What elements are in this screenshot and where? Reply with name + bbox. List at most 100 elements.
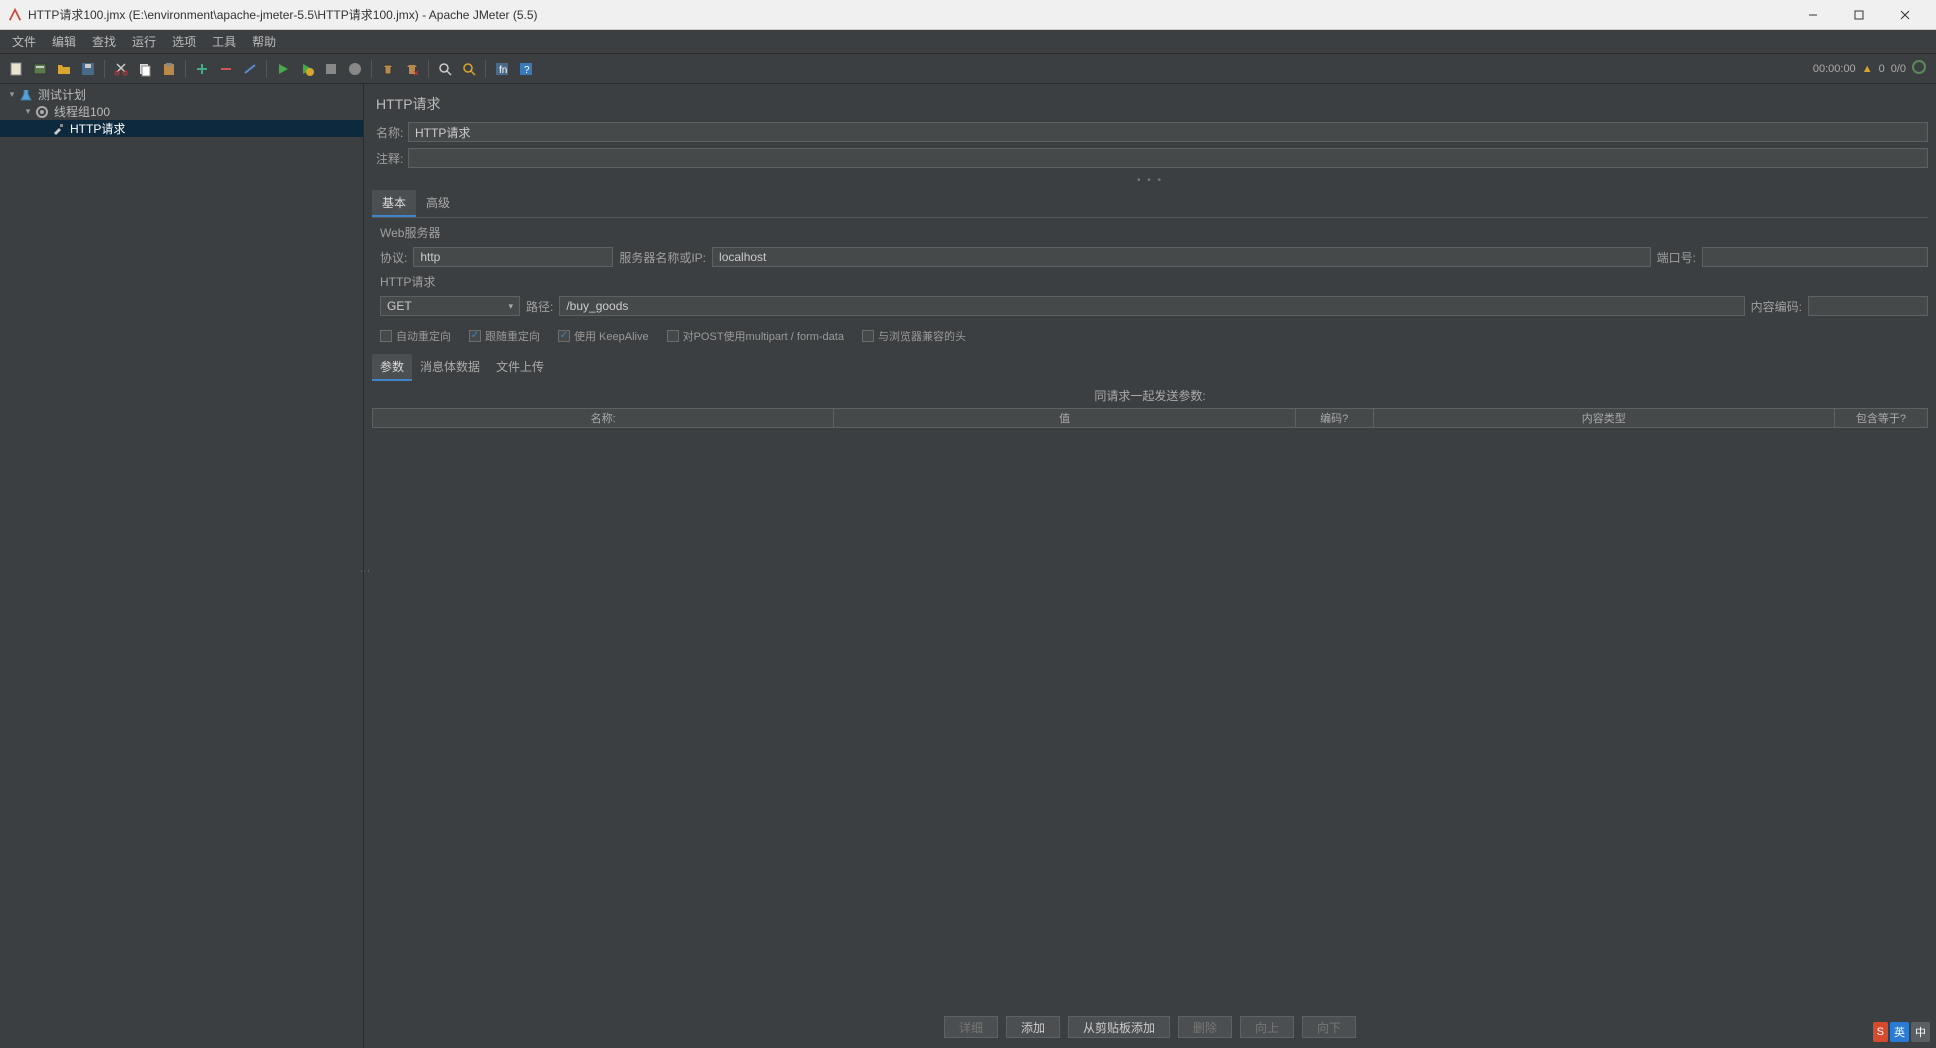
section-web-server: Web服务器	[380, 224, 1928, 241]
start-no-timers-icon[interactable]	[296, 58, 318, 80]
collapse-icon[interactable]	[215, 58, 237, 80]
toggle-icon[interactable]	[239, 58, 261, 80]
encoding-input[interactable]	[1808, 296, 1928, 316]
menu-edit[interactable]: 编辑	[44, 30, 84, 53]
expand-icon[interactable]	[191, 58, 213, 80]
tree-label: 测试计划	[38, 86, 86, 103]
port-input[interactable]	[1702, 247, 1928, 267]
templates-icon[interactable]	[29, 58, 51, 80]
ime-cn-icon[interactable]: 中	[1911, 1022, 1930, 1042]
comment-input[interactable]	[408, 148, 1928, 168]
col-content-type[interactable]: 内容类型	[1374, 409, 1835, 427]
gauge-icon[interactable]	[1912, 60, 1926, 77]
chk-label: 跟随重定向	[485, 328, 540, 344]
close-button[interactable]	[1882, 1, 1928, 29]
tree-thread-group[interactable]: ▾ 线程组100	[0, 103, 363, 120]
thread-counts: 0/0	[1891, 63, 1906, 75]
active-threads: 0	[1879, 63, 1885, 75]
from-clipboard-button[interactable]: 从剪贴板添加	[1068, 1016, 1170, 1038]
tree-test-plan[interactable]: ▾ 测试计划	[0, 86, 363, 103]
clear-all-icon[interactable]	[401, 58, 423, 80]
start-icon[interactable]	[272, 58, 294, 80]
params-heading: 同请求一起发送参数:	[372, 383, 1928, 408]
col-value[interactable]: 值	[834, 409, 1295, 427]
new-icon[interactable]	[5, 58, 27, 80]
vertical-grip[interactable]: ⋮	[364, 566, 370, 582]
function-helper-icon[interactable]: fn	[491, 58, 513, 80]
warning-icon[interactable]: ▲	[1862, 63, 1873, 75]
col-encode[interactable]: 编码?	[1296, 409, 1374, 427]
copy-icon[interactable]	[134, 58, 156, 80]
menu-options[interactable]: 选项	[164, 30, 204, 53]
ime-s-icon[interactable]: S	[1873, 1022, 1888, 1042]
help-icon[interactable]: ?	[515, 58, 537, 80]
checkbox-keepalive[interactable]	[558, 330, 570, 342]
protocol-input[interactable]	[413, 247, 613, 267]
bottom-button-bar: 详细 添加 从剪贴板添加 删除 向上 向下	[372, 1008, 1928, 1048]
chk-label: 对POST使用multipart / form-data	[683, 328, 844, 344]
horizontal-grip[interactable]: • • •	[372, 176, 1928, 184]
checkbox-browser-headers[interactable]	[862, 330, 874, 342]
add-button[interactable]: 添加	[1006, 1016, 1060, 1038]
caret-down-icon[interactable]: ▾	[22, 106, 34, 117]
clear-icon[interactable]	[377, 58, 399, 80]
checkbox-auto-redirect[interactable]	[380, 330, 392, 342]
params-table-body[interactable]	[372, 428, 1928, 1008]
separator	[428, 60, 429, 78]
tab-advanced[interactable]: 高级	[416, 190, 460, 217]
caret-down-icon[interactable]: ▾	[6, 89, 18, 100]
ime-en-icon[interactable]: 英	[1890, 1022, 1909, 1042]
toolbar-status: 00:00:00 ▲ 0 0/0	[1813, 60, 1932, 77]
paste-icon[interactable]	[158, 58, 180, 80]
svg-text:?: ?	[524, 65, 530, 76]
search-icon[interactable]	[434, 58, 456, 80]
tree-panel: ▾ 测试计划 ▾ 线程组100 HTTP请求	[0, 84, 364, 1048]
save-icon[interactable]	[77, 58, 99, 80]
separator	[485, 60, 486, 78]
subtab-params[interactable]: 参数	[372, 354, 412, 381]
up-button[interactable]: 向上	[1240, 1016, 1294, 1038]
maximize-button[interactable]	[1836, 1, 1882, 29]
menu-help[interactable]: 帮助	[244, 30, 284, 53]
stop-icon[interactable]	[320, 58, 342, 80]
label-protocol: 协议:	[380, 249, 407, 266]
label-port: 端口号:	[1657, 249, 1696, 266]
down-button[interactable]: 向下	[1302, 1016, 1356, 1038]
delete-button[interactable]: 删除	[1178, 1016, 1232, 1038]
cut-icon[interactable]	[110, 58, 132, 80]
menu-search[interactable]: 查找	[84, 30, 124, 53]
window-controls	[1790, 1, 1928, 29]
tree-label: 线程组100	[54, 103, 110, 120]
tab-basic[interactable]: 基本	[372, 190, 416, 217]
detail-button[interactable]: 详细	[944, 1016, 998, 1038]
label-path: 路径:	[526, 298, 553, 315]
ime-tray: S 英 中	[1873, 1022, 1930, 1042]
shutdown-icon[interactable]	[344, 58, 366, 80]
menu-run[interactable]: 运行	[124, 30, 164, 53]
app-icon	[8, 8, 22, 22]
checkbox-row: 自动重定向 跟随重定向 使用 KeepAlive 对POST使用multipar…	[372, 324, 1928, 350]
open-icon[interactable]	[53, 58, 75, 80]
label-comment: 注释:	[372, 150, 408, 167]
method-select[interactable]: GET	[380, 296, 520, 316]
checkbox-multipart[interactable]	[667, 330, 679, 342]
menu-file[interactable]: 文件	[4, 30, 44, 53]
reset-search-icon[interactable]	[458, 58, 480, 80]
beaker-icon	[18, 87, 34, 103]
col-include-equals[interactable]: 包含等于?	[1835, 409, 1927, 427]
separator	[104, 60, 105, 78]
path-input[interactable]	[559, 296, 1744, 316]
chk-label: 自动重定向	[396, 328, 451, 344]
col-name[interactable]: 名称:	[373, 409, 834, 427]
name-input[interactable]	[408, 122, 1928, 142]
separator	[185, 60, 186, 78]
subtab-files[interactable]: 文件上传	[488, 354, 552, 381]
minimize-button[interactable]	[1790, 1, 1836, 29]
separator	[266, 60, 267, 78]
checkbox-follow-redirect[interactable]	[469, 330, 481, 342]
menu-tools[interactable]: 工具	[204, 30, 244, 53]
separator	[371, 60, 372, 78]
subtab-body[interactable]: 消息体数据	[412, 354, 488, 381]
server-input[interactable]	[712, 247, 1651, 267]
tree-http-request[interactable]: HTTP请求	[0, 120, 363, 137]
